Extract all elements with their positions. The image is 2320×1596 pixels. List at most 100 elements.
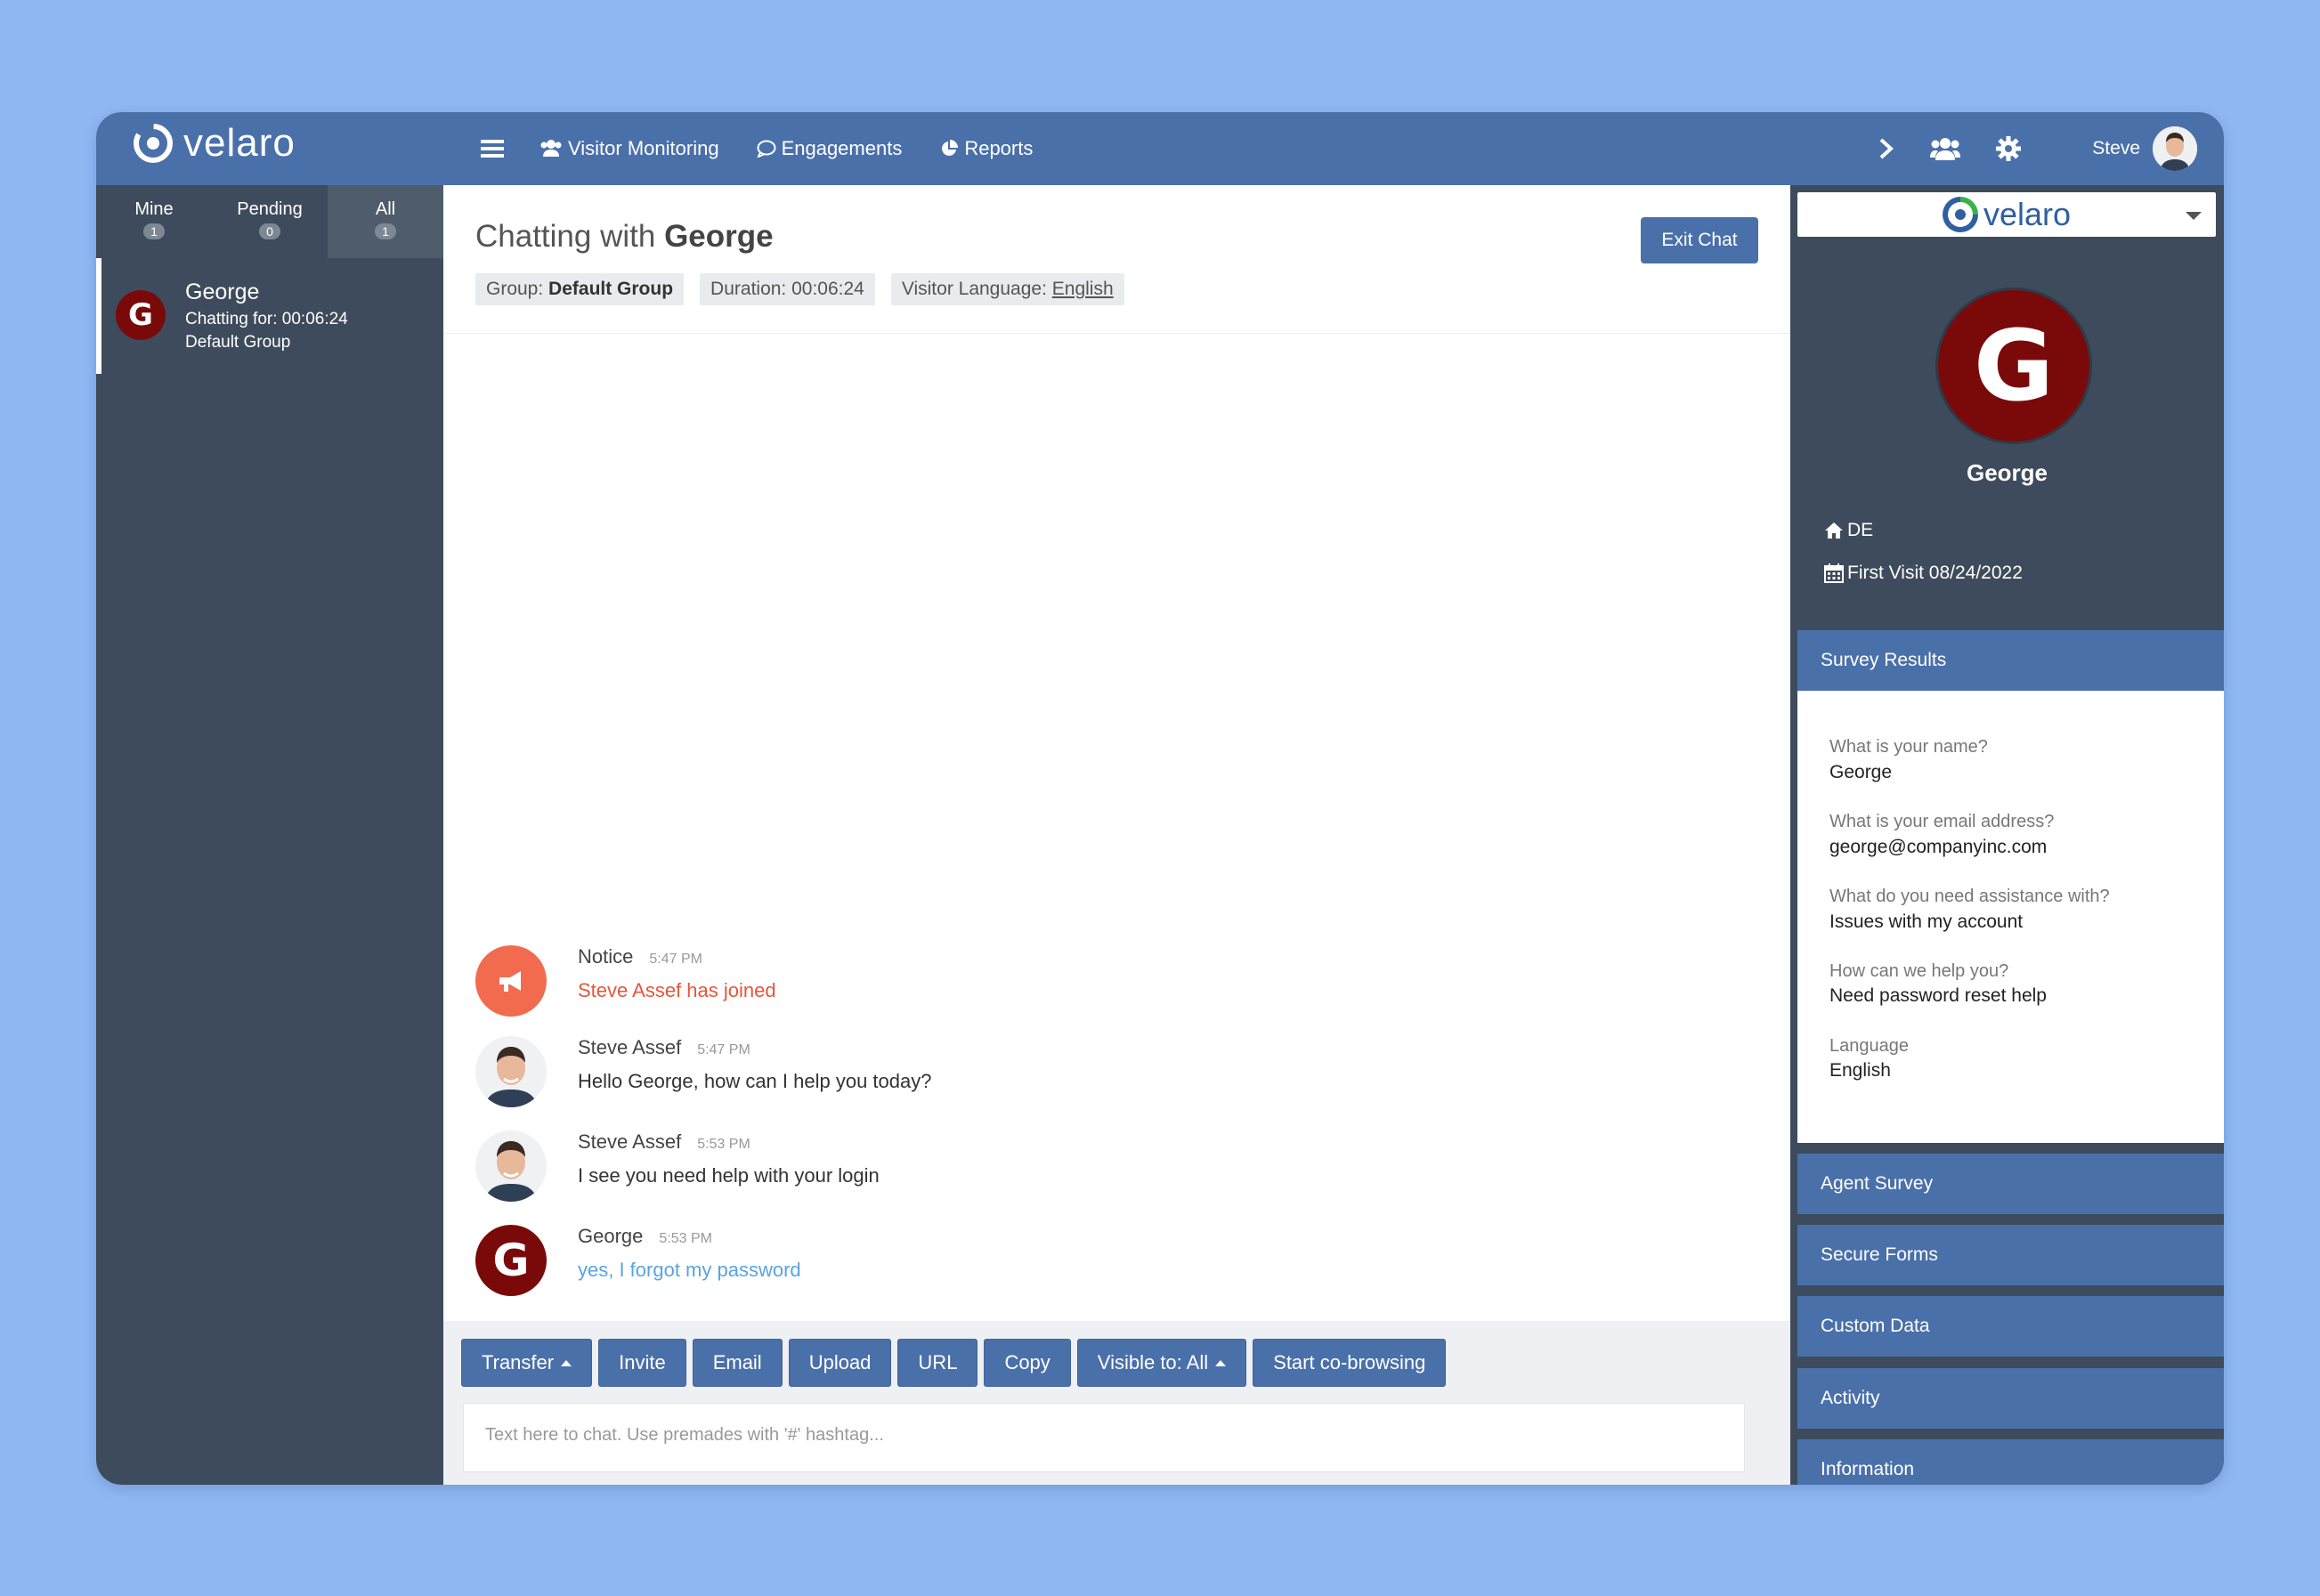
chat-filter-tabs: Mine 1 Pending 0 All 1 xyxy=(96,185,443,258)
menu-icon[interactable] xyxy=(481,139,504,158)
nav-engagements[interactable]: Engagements xyxy=(757,137,903,160)
message-text: Steve Assef has joined xyxy=(578,979,776,1001)
url-button[interactable]: URL xyxy=(897,1339,978,1387)
chat-list-item[interactable]: G George Chatting for: 00:06:24 Default … xyxy=(96,258,443,374)
nav-engagements-label: Engagements xyxy=(781,137,903,159)
brand-name: velaro xyxy=(1983,196,2072,232)
duration-pill: Duration: 00:06:24 xyxy=(700,273,875,305)
visitor-avatar: G xyxy=(475,1225,547,1296)
message-sender: George 5:53 PM xyxy=(578,1225,712,1248)
nav-reports[interactable]: Reports xyxy=(939,137,1033,160)
message-time: 5:53 PM xyxy=(697,1137,750,1152)
tab-mine-label: Mine xyxy=(134,199,174,219)
chat-composer: Transfer Invite Email Upload URL Copy Vi… xyxy=(443,1321,1790,1485)
chat-list-sidebar: Mine 1 Pending 0 All 1 G George Chatting… xyxy=(96,185,443,1485)
visitor-avatar-large: G xyxy=(1938,290,2089,442)
survey-question: Language xyxy=(1829,1036,1909,1056)
survey-answer: george@companyinc.com xyxy=(1829,837,2048,857)
sender-name: Steve Assef xyxy=(578,1130,682,1153)
nav-visitor-monitoring-label: Visitor Monitoring xyxy=(568,137,719,159)
message-text: yes, I forgot my password xyxy=(578,1259,801,1281)
velaro-logo-icon xyxy=(134,124,173,163)
first-visit: First Visit 08/24/2022 xyxy=(1824,563,2023,584)
visitor-name: George xyxy=(1966,459,2048,486)
tab-pending-label: Pending xyxy=(237,199,303,219)
nav-visitor-monitoring[interactable]: Visitor Monitoring xyxy=(539,137,719,160)
tab-all-count: 1 xyxy=(375,223,396,239)
survey-results-body: What is your name? George What is your e… xyxy=(1797,691,2224,1143)
message-time: 5:53 PM xyxy=(659,1231,712,1246)
start-cobrowsing-button[interactable]: Start co-browsing xyxy=(1253,1339,1447,1387)
group-label: Group: xyxy=(486,279,544,299)
message-text: I see you need help with your login xyxy=(578,1164,880,1187)
survey-question: How can we help you? xyxy=(1829,961,2009,981)
first-visit-text: First Visit 08/24/2022 xyxy=(1847,563,2023,583)
visitor-info-panel: velaro G George DE First Visit 08/24/202… xyxy=(1790,185,2224,1485)
survey-answer: Issues with my account xyxy=(1829,911,2024,932)
tab-all[interactable]: All 1 xyxy=(328,185,443,258)
transfer-button[interactable]: Transfer xyxy=(461,1339,593,1387)
tab-mine[interactable]: Mine 1 xyxy=(96,185,212,258)
chevron-right-icon[interactable] xyxy=(1878,137,1894,160)
email-button[interactable]: Email xyxy=(692,1339,783,1387)
caret-up-icon xyxy=(1215,1359,1227,1366)
tab-pending[interactable]: Pending 0 xyxy=(212,185,328,258)
survey-question: What is your name? xyxy=(1829,737,1988,757)
team-icon[interactable] xyxy=(1930,136,1961,161)
upload-button[interactable]: Upload xyxy=(788,1339,892,1387)
chat-toolbar: Transfer Invite Email Upload URL Copy Vi… xyxy=(461,1339,1452,1387)
home-icon xyxy=(1825,523,1843,539)
velaro-logo[interactable]: velaro xyxy=(134,121,296,166)
language-label: Visitor Language: xyxy=(901,279,1047,299)
section-information[interactable]: Information xyxy=(1797,1439,2224,1485)
section-agent-survey[interactable]: Agent Survey xyxy=(1797,1154,2224,1214)
tab-pending-count: 0 xyxy=(259,223,280,239)
nav-reports-label: Reports xyxy=(964,137,1034,159)
tab-mine-count: 1 xyxy=(143,223,165,239)
user-avatar xyxy=(2153,126,2197,171)
copy-button[interactable]: Copy xyxy=(984,1339,1071,1387)
survey-answer: Need password reset help xyxy=(1829,985,2047,1006)
exit-chat-button[interactable]: Exit Chat xyxy=(1641,217,1758,263)
visitor-country: DE xyxy=(1824,520,1873,541)
pie-chart-icon xyxy=(942,140,959,156)
users-icon xyxy=(540,140,562,157)
invite-button[interactable]: Invite xyxy=(598,1339,686,1387)
section-activity[interactable]: Activity xyxy=(1797,1368,2224,1429)
survey-answer: English xyxy=(1829,1060,1891,1081)
top-navbar: velaro Visitor Monitoring Engagements Re… xyxy=(96,112,2224,185)
main-nav: Visitor Monitoring Engagements Reports xyxy=(481,112,1070,185)
message-time: 5:47 PM xyxy=(649,952,702,967)
visible-to-button[interactable]: Visible to: All xyxy=(1076,1339,1247,1387)
caret-up-icon xyxy=(561,1359,572,1366)
section-secure-forms[interactable]: Secure Forms xyxy=(1797,1225,2224,1285)
message-time: 5:47 PM xyxy=(697,1042,750,1057)
language-pill: Visitor Language: English xyxy=(890,273,1124,305)
divider xyxy=(443,333,1790,334)
user-menu[interactable]: Steve xyxy=(2092,126,2197,171)
tab-all-label: All xyxy=(375,199,396,219)
sender-name: Steve Assef xyxy=(578,1036,682,1058)
language-value[interactable]: English xyxy=(1052,279,1114,299)
chat-input[interactable]: Text here to chat. Use premades with '#'… xyxy=(463,1403,1745,1472)
visitor-avatar: G xyxy=(116,290,166,340)
logo-text: velaro xyxy=(183,121,296,165)
chat-bubble-icon xyxy=(757,140,776,158)
group-value: Default Group xyxy=(548,279,674,299)
chat-title-visitor: George xyxy=(664,219,774,254)
section-survey-results[interactable]: Survey Results xyxy=(1797,630,2224,691)
app-window: velaro Visitor Monitoring Engagements Re… xyxy=(96,112,2224,1485)
chat-title-prefix: Chatting with xyxy=(475,219,656,254)
chat-item-group: Default Group xyxy=(185,333,291,352)
calendar-icon xyxy=(1824,563,1844,583)
dropdown-caret-icon xyxy=(2186,212,2202,220)
message-sender: Steve Assef 5:47 PM xyxy=(578,1036,750,1059)
brand-selector[interactable]: velaro xyxy=(1797,192,2216,237)
section-custom-data[interactable]: Custom Data xyxy=(1797,1296,2224,1357)
top-right-controls: Steve xyxy=(1843,112,2197,185)
gear-icon[interactable] xyxy=(1996,136,2022,161)
sender-name: George xyxy=(578,1225,644,1247)
survey-question: What do you need assistance with? xyxy=(1829,887,2110,906)
megaphone-icon xyxy=(475,945,547,1017)
velaro-logo-icon xyxy=(1943,197,1978,232)
